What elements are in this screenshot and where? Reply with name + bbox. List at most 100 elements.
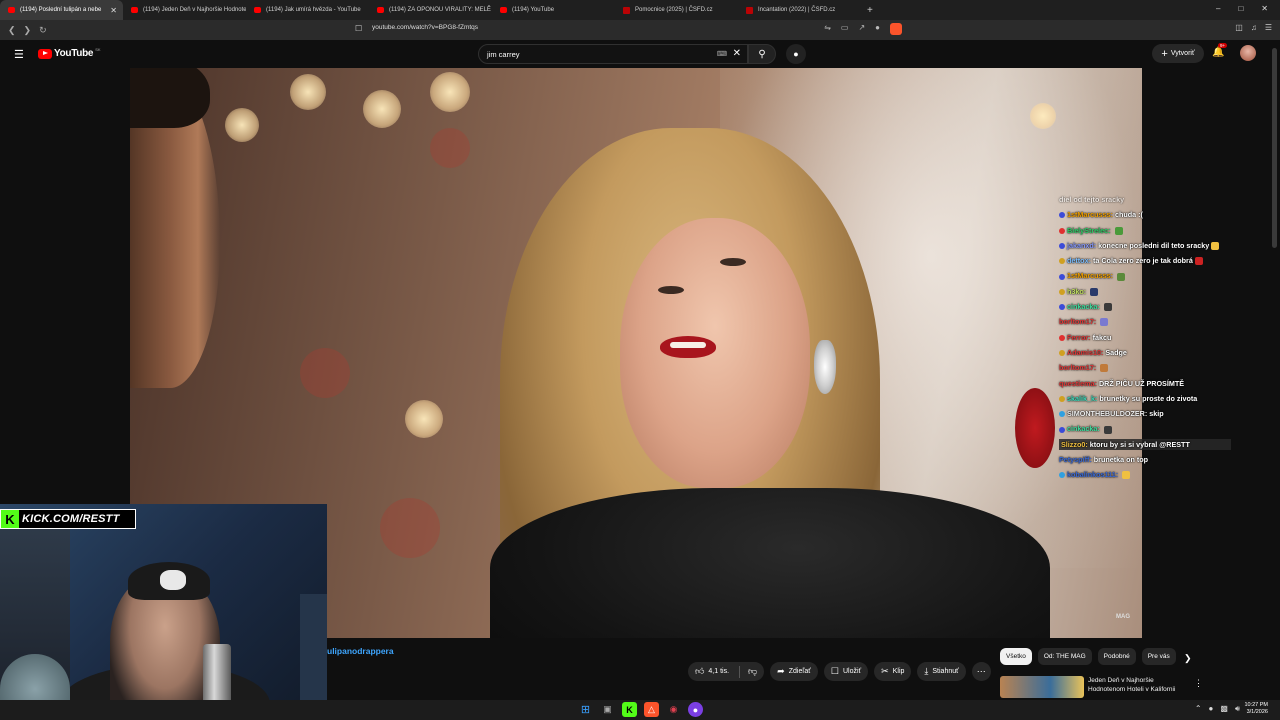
filter-chip[interactable]: Podobné [1097, 648, 1136, 665]
chat-text: brunetky su proste do zivota [1099, 393, 1198, 403]
browser-tab[interactable]: (1194) Poslední tulipán a nebe ✕ [0, 0, 123, 20]
url-field[interactable]: youtube.com/watch?v=BPG8-fZmtqs [372, 24, 478, 31]
chat-text: DRŽ PIČU UŽ PROSÍMTĚ [1098, 378, 1185, 388]
media-icon[interactable]: ♫ [1251, 23, 1257, 32]
filter-chip[interactable]: Od: THE MAG [1037, 648, 1092, 665]
maximize-icon[interactable]: □ [1238, 4, 1243, 13]
back-icon[interactable]: ❮ [8, 25, 16, 36]
page-scrollbar[interactable] [1270, 40, 1280, 700]
youtube-wordmark: YouTube [54, 48, 94, 59]
brave-shields-icon[interactable] [890, 23, 902, 35]
chat-username: kobalinkos111: [1067, 470, 1119, 480]
share-icon[interactable]: ↗ [858, 23, 865, 35]
share-button[interactable]: ➦ Zdieľať [770, 662, 818, 681]
csfd-icon [623, 6, 630, 14]
browser-tab[interactable]: (1194) YouTube [492, 0, 615, 20]
clock-date: 3/1/2026 [1246, 709, 1268, 715]
address-bar-actions: ⇋ ▭ ↗ ● [824, 23, 902, 35]
browser-tab[interactable]: (1194) Jeden Deň v Najhoršie Hodnotenom [123, 0, 246, 20]
recommended-video[interactable]: Jeden Deň v Najhoršie Hodnotenom Hoteli … [1000, 674, 1205, 700]
notifications-button[interactable]: 🔔 9+ [1212, 43, 1228, 58]
channel-name[interactable]: ulipanodrappera [327, 646, 394, 656]
clear-search-icon[interactable]: ✕ [733, 48, 741, 59]
network-icon[interactable]: ▩ [1220, 704, 1228, 714]
twitch-tool-icon[interactable]: ● [688, 702, 703, 717]
microphone-icon: ● [793, 49, 799, 59]
chat-message: borltom17: [1059, 316, 1231, 327]
recommendation-chips: Všetko Od: THE MAG Podobné Pre vás [1000, 648, 1176, 665]
video-person-eye [720, 258, 746, 266]
like-button[interactable]: 👍︎ 4,1 tis. 👎︎ [688, 662, 765, 681]
browser-toolbar-right: ◫ ♫ ☰ [1235, 23, 1272, 32]
chat-badge-icon [1059, 395, 1065, 402]
volume-icon[interactable]: 🔊︎ [1235, 704, 1240, 714]
youtube-header: ☰ YouTube SK jim carrey ⌨ ✕ ⚲ ● + Vytvor… [0, 40, 1280, 68]
browser-tab[interactable]: (1194) ZA OPONOU VIRALITY: MELĚ [369, 0, 492, 20]
forward-icon[interactable]: ❯ [24, 25, 32, 36]
chat-messages: 1stMarcusss: chuda :(BielyStrelec: jakanxd… [1059, 209, 1231, 480]
menu-icon[interactable]: ☰ [1265, 23, 1272, 32]
window-controls: – □ ✕ [1216, 4, 1268, 13]
recommended-video-title[interactable]: Jeden Deň v Najhoršie Hodnotenom Hoteli … [1088, 676, 1190, 694]
bookmark-icon[interactable]: ☐ [355, 24, 362, 33]
guide-menu-icon[interactable]: ☰ [14, 48, 24, 61]
chat-message: cinkacka: [1059, 301, 1231, 312]
chat-username: cinkacka: [1067, 424, 1100, 434]
chat-username: borltom17: [1059, 363, 1097, 373]
new-tab-button[interactable]: + [867, 5, 873, 16]
chevron-right-icon[interactable]: ❯ [1184, 653, 1192, 664]
chat-message-partial: diel od tejto sracky [1059, 195, 1125, 204]
task-view-icon[interactable]: ▣ [600, 702, 615, 717]
close-tab-icon[interactable]: ✕ [110, 6, 117, 15]
voice-search-button[interactable]: ● [786, 44, 806, 64]
search-input[interactable]: jim carrey ⌨ ✕ [478, 44, 748, 64]
browser-tab[interactable]: Incantation (2022) | ČSFD.cz [738, 0, 861, 20]
browser-tab[interactable]: (1194) Jak umírá hvězda - YouTube [246, 0, 369, 20]
translate-icon[interactable]: ⇋ [824, 23, 831, 35]
more-vertical-icon[interactable]: ⋮ [1194, 678, 1203, 689]
csfd-icon [746, 6, 753, 14]
brave-browser-icon[interactable]: △ [644, 702, 659, 717]
sidebar-icon[interactable]: ◫ [1235, 23, 1243, 32]
create-button[interactable]: + Vytvoriť [1152, 44, 1204, 63]
password-icon[interactable]: ● [875, 23, 880, 35]
chat-badge-icon [1059, 334, 1065, 341]
download-button[interactable]: ⤓ Stiahnuť [917, 662, 966, 681]
create-label: Vytvoriť [1170, 50, 1195, 57]
tray-mic-icon[interactable]: ● [1209, 704, 1214, 714]
clip-button[interactable]: ✂ Klip [874, 662, 912, 681]
video-bokeh [430, 72, 470, 112]
thumbs-down-icon[interactable]: 👎︎ [748, 666, 757, 677]
scrollbar-thumb[interactable] [1272, 48, 1277, 248]
chat-username: Adamis10: [1067, 347, 1104, 357]
keyboard-icon[interactable]: ⌨ [717, 50, 727, 58]
windows-start-icon[interactable]: ⊞ [578, 702, 593, 717]
filter-chip[interactable]: Všetko [1000, 648, 1032, 665]
tray-chevron-up-icon[interactable]: ⌃ [1195, 704, 1202, 714]
kick-app-icon[interactable]: K [622, 702, 637, 717]
download-icon: ⤓ [924, 666, 929, 676]
youtube-icon [377, 7, 384, 13]
cast-icon[interactable]: ▭ [841, 23, 849, 35]
like-divider [739, 665, 741, 678]
more-actions-button[interactable]: ⋯ [971, 662, 991, 681]
minimize-icon[interactable]: – [1216, 4, 1220, 13]
recommended-video-thumbnail[interactable] [1000, 676, 1084, 698]
webcam-side-panel [300, 594, 327, 714]
chat-username: BielyStrelec: [1067, 225, 1111, 235]
thumbs-up-icon: 👍︎ [695, 666, 705, 676]
close-window-icon[interactable]: ✕ [1261, 4, 1268, 13]
browser-tab[interactable]: Pomocnice (2025) | ČSFD.cz [615, 0, 738, 20]
search-button[interactable]: ⚲ [748, 44, 776, 64]
taskbar-clock[interactable]: 10:27 PM 3/1/2026 [1244, 702, 1268, 716]
save-button[interactable]: ☐ Uložiť [823, 662, 869, 681]
chat-message: 1stMarcusss: chuda :( [1059, 209, 1231, 220]
reload-icon[interactable]: ↻ [39, 25, 47, 36]
youtube-logo[interactable]: YouTube SK [38, 47, 101, 59]
browser-tab-label: Pomocnice (2025) | ČSFD.cz [635, 7, 713, 13]
filter-chip[interactable]: Pre vás [1141, 648, 1176, 665]
stream-chat-overlay: diel od tejto sracky 1stMarcusss: chuda :… [1059, 195, 1231, 485]
game-launcher-icon[interactable]: ◉ [666, 702, 681, 717]
avatar[interactable] [1240, 45, 1256, 61]
chat-badge-icon [1059, 350, 1065, 357]
